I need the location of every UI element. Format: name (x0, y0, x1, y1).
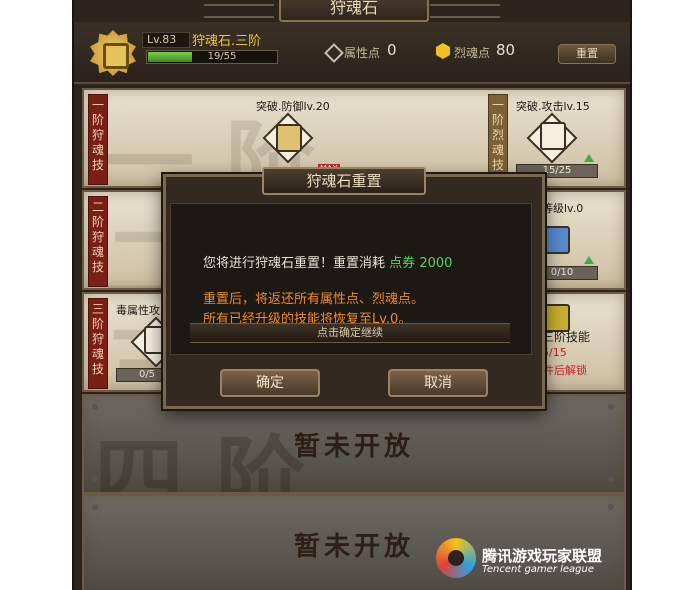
confirm-button[interactable]: 确定 (220, 369, 320, 397)
skill-label: 毒属性攻 (116, 304, 160, 317)
skill-progress-locked: 5/15 (542, 346, 567, 359)
skill-row-tier4: 四 阶 暂未开放 (82, 394, 626, 494)
window-title: 狩魂石 (279, 0, 429, 22)
title-ornament-left (204, 4, 274, 18)
rivet (608, 476, 614, 482)
skill-row-tier5: 暂未开放 (82, 494, 626, 590)
rivet (608, 404, 614, 410)
scroll-icon (540, 122, 566, 150)
attribute-point-value: 0 (387, 41, 397, 59)
skill-label: 三阶技能 (542, 330, 591, 344)
soul-point-icon (436, 43, 450, 59)
dialog-title: 狩魂石重置 (262, 167, 426, 195)
title-ornament-right (430, 4, 500, 18)
tier-banner: 一阶狩魂技 (88, 94, 108, 185)
skill-label: 等级lv.0 (542, 202, 584, 215)
skill-label: 突破.防御lv.20 (256, 100, 330, 113)
tier-banner-b: 一阶烈魂技 (488, 94, 508, 185)
upgrade-arrow-icon[interactable] (584, 154, 594, 162)
dialog-warning-1: 重置后，将返还所有属性点、烈魂点。 (203, 292, 425, 307)
dialog-currency: 点券 (389, 256, 416, 271)
not-open-label: 暂未开放 (293, 432, 414, 462)
soul-point-value: 80 (496, 41, 516, 59)
dialog-continue-hint: 点击确定继续 (190, 323, 510, 343)
tgl-name-en: Tencent gamer league (482, 564, 595, 575)
attribute-point-label: 属性点 (344, 46, 381, 60)
tier-banner: 二阶狩魂技 (88, 196, 108, 287)
skill-label: 突破.攻击lv.15 (516, 100, 590, 113)
tier-banner: 三阶狩魂技 (88, 298, 108, 389)
dialog-cost-prefix: 您将进行狩魂石重置！重置消耗 (203, 256, 386, 271)
dialog-cost-value: 2000 (419, 256, 453, 271)
rivet (92, 504, 98, 510)
xp-bar: 19/55 (146, 50, 278, 64)
status-header: Lv.83 狩魂石.三阶 19/55 属性点 0 烈魂点 80 重置 (74, 22, 630, 84)
soul-point-label: 烈魂点 (454, 46, 491, 60)
reset-button[interactable]: 重置 (558, 44, 616, 64)
shield-icon (276, 124, 302, 152)
attribute-point-icon (324, 43, 344, 63)
rivet (92, 404, 98, 410)
dialog-cost-line: 您将进行狩魂石重置！重置消耗 点券 2000 (203, 252, 452, 271)
xp-text: 19/55 (207, 51, 237, 62)
upgrade-arrow-icon[interactable] (584, 256, 594, 264)
level-badge: Lv.83 (142, 32, 190, 48)
cancel-button[interactable]: 取消 (388, 369, 488, 397)
rivet (608, 504, 614, 510)
rivet (92, 476, 98, 482)
reset-dialog: 狩魂石重置 您将进行狩魂石重置！重置消耗 点券 2000 重置后，将返还所有属性… (163, 167, 545, 409)
tgl-name-cn: 腾讯游戏玩家联盟 (482, 547, 603, 565)
stone-emblem-core (103, 43, 129, 69)
lamp-icon[interactable] (544, 226, 570, 254)
stone-name: 狩魂石.三阶 (192, 34, 262, 49)
tgl-logo-center (448, 550, 464, 566)
